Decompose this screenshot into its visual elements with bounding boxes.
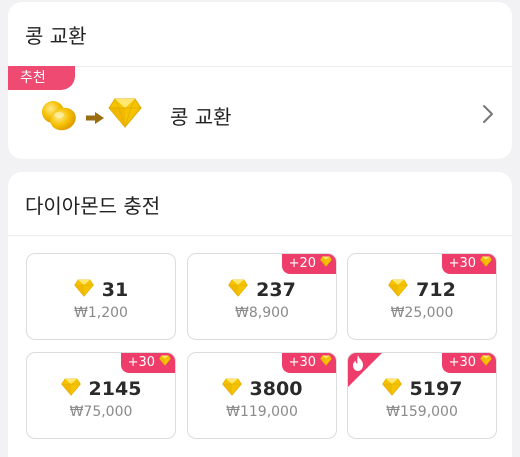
bean-exchange-button[interactable]: 콩 교환 bbox=[8, 90, 512, 138]
package-amount: 2145 bbox=[88, 378, 142, 400]
package-price: ₩8,900 bbox=[235, 305, 289, 321]
diamond-charge-title: 다이아몬드 충전 bbox=[25, 194, 161, 218]
package-price: ₩159,000 bbox=[386, 404, 458, 420]
bonus-text: +30 bbox=[448, 355, 476, 370]
package-amount: 237 bbox=[256, 279, 296, 301]
package-amount-row: 31 bbox=[27, 278, 175, 302]
diamond-icon bbox=[60, 378, 81, 400]
diamond-icon bbox=[388, 279, 408, 301]
diamond-icon bbox=[480, 353, 492, 373]
package-amount: 712 bbox=[416, 279, 456, 301]
bonus-text: +30 bbox=[448, 256, 476, 271]
diamond-icon bbox=[381, 378, 402, 400]
bonus-badge: +30 bbox=[120, 353, 175, 373]
diamond-icon bbox=[480, 254, 492, 274]
bonus-badge: +30 bbox=[441, 254, 496, 274]
diamond-icon bbox=[108, 98, 142, 132]
package-amount-row: 237 bbox=[188, 278, 336, 302]
diamond-icon bbox=[228, 279, 248, 301]
package-amount: 3800 bbox=[249, 378, 303, 400]
fire-icon bbox=[350, 354, 366, 376]
diamond-package-237[interactable]: +20 237 ₩8,900 bbox=[187, 253, 337, 340]
diamond-package-3800[interactable]: +30 3800 ₩119,000 bbox=[187, 352, 337, 439]
diamond-icon bbox=[73, 279, 94, 301]
bonus-badge: +20 bbox=[281, 254, 336, 274]
recommend-badge: 추천 bbox=[8, 66, 75, 90]
bean-exchange-label: 콩 교환 bbox=[170, 105, 232, 129]
package-amount-row: 5197 bbox=[348, 377, 496, 401]
package-amount-row: 2145 bbox=[27, 377, 175, 401]
bean-exchange-title: 콩 교환 bbox=[25, 24, 87, 48]
package-price: ₩25,000 bbox=[390, 305, 454, 321]
diamond-icon bbox=[320, 254, 332, 274]
bonus-text: +20 bbox=[288, 256, 316, 271]
package-price: ₩75,000 bbox=[69, 404, 133, 420]
divider bbox=[8, 66, 512, 67]
diamond-package-712[interactable]: +30 712 ₩25,000 bbox=[347, 253, 497, 340]
diamond-icon bbox=[221, 378, 242, 400]
diamond-package-31[interactable]: 31 ₩1,200 bbox=[26, 253, 176, 340]
bonus-text: +30 bbox=[127, 355, 155, 370]
bonus-badge: +30 bbox=[281, 353, 336, 373]
divider bbox=[8, 235, 512, 236]
diamond-icon bbox=[320, 353, 332, 373]
bonus-text: +30 bbox=[288, 355, 316, 370]
package-amount-row: 712 bbox=[348, 278, 496, 302]
package-amount: 31 bbox=[101, 279, 129, 301]
package-amount-row: 3800 bbox=[188, 377, 336, 401]
bonus-badge: +30 bbox=[441, 353, 496, 373]
diamond-icon bbox=[159, 353, 171, 373]
chevron-right-icon bbox=[482, 104, 494, 128]
diamond-package-2145[interactable]: +30 2145 ₩75,000 bbox=[26, 352, 176, 439]
package-amount: 5197 bbox=[409, 378, 463, 400]
package-price: ₩119,000 bbox=[226, 404, 298, 420]
package-price: ₩1,200 bbox=[74, 305, 128, 321]
bean-icon bbox=[39, 98, 79, 136]
diamond-package-5197[interactable]: +30 5197 ₩159,000 bbox=[347, 352, 497, 439]
bean-exchange-card: 콩 교환 추천 콩 교환 bbox=[8, 2, 512, 159]
arrow-right-icon bbox=[86, 109, 104, 128]
